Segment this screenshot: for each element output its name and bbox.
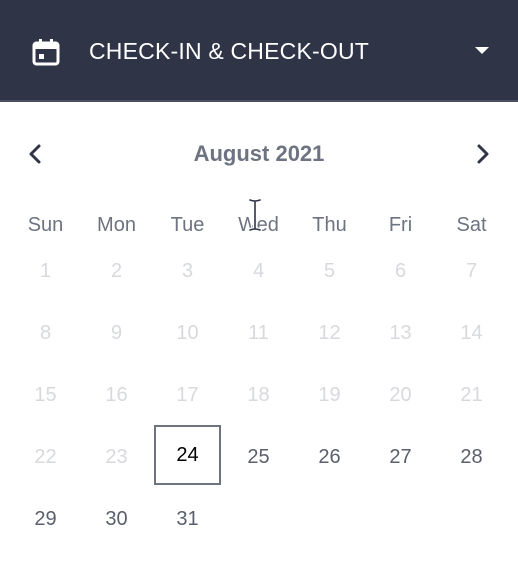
date-range-title: CHECK-IN & CHECK-OUT	[89, 38, 370, 64]
day-cell[interactable]: 31	[152, 488, 223, 550]
day-cell: 5	[323, 260, 336, 282]
day-cell: 20	[389, 384, 412, 406]
day-cell[interactable]: 28	[436, 426, 507, 488]
day-cell[interactable]: 29	[10, 488, 81, 550]
day-cell: 7	[465, 260, 478, 282]
day-cell: 2	[110, 260, 123, 282]
weekday-sun: Sun	[27, 214, 64, 236]
day-cell: 6	[394, 260, 407, 282]
day-cell: 14	[460, 322, 483, 344]
day-cell: 12	[318, 322, 341, 344]
caret-down-icon[interactable]	[475, 47, 489, 54]
month-title: August 2021	[193, 141, 325, 166]
selected-day-cell[interactable]: 24	[154, 425, 221, 485]
day-cell: 11	[248, 322, 269, 344]
day-cell: 16	[105, 384, 128, 406]
day-cell[interactable]: 25	[223, 426, 294, 488]
date-range-dropdown[interactable]: CHECK-IN & CHECK-OUT	[0, 0, 518, 102]
day-cell: 23	[105, 446, 128, 468]
day-cell: 3	[181, 260, 194, 282]
weekday-thu: Thu	[312, 214, 347, 236]
weekday-fri: Fri	[388, 214, 413, 236]
day-cell: 1	[39, 260, 52, 282]
date-picker-widget: CHECK-IN & CHECK-OUT August 2021 Sun Mon…	[0, 0, 518, 571]
day-cell: 17	[176, 384, 199, 406]
weekday-mon: Mon	[97, 214, 136, 236]
day-cell: 21	[460, 384, 483, 406]
day-cell[interactable]: 27	[365, 426, 436, 488]
day-cell[interactable]: 26	[294, 426, 365, 488]
weekday-sat: Sat	[456, 214, 487, 236]
chevron-right-icon[interactable]	[468, 140, 496, 168]
day-cell: 22	[34, 446, 57, 468]
day-cell[interactable]: 30	[81, 488, 152, 550]
day-cell: 4	[252, 260, 265, 282]
day-cell: 9	[110, 322, 123, 344]
text-cursor-icon	[248, 198, 262, 232]
day-cell: 19	[318, 384, 341, 406]
calendar-icon	[32, 39, 60, 66]
day-cell: 8	[39, 322, 52, 344]
day-cell: 18	[247, 384, 270, 406]
day-cell: 13	[389, 322, 412, 344]
day-cell: 15	[34, 384, 57, 406]
weekday-tue: Tue	[170, 214, 205, 236]
day-cell: 10	[176, 322, 199, 344]
